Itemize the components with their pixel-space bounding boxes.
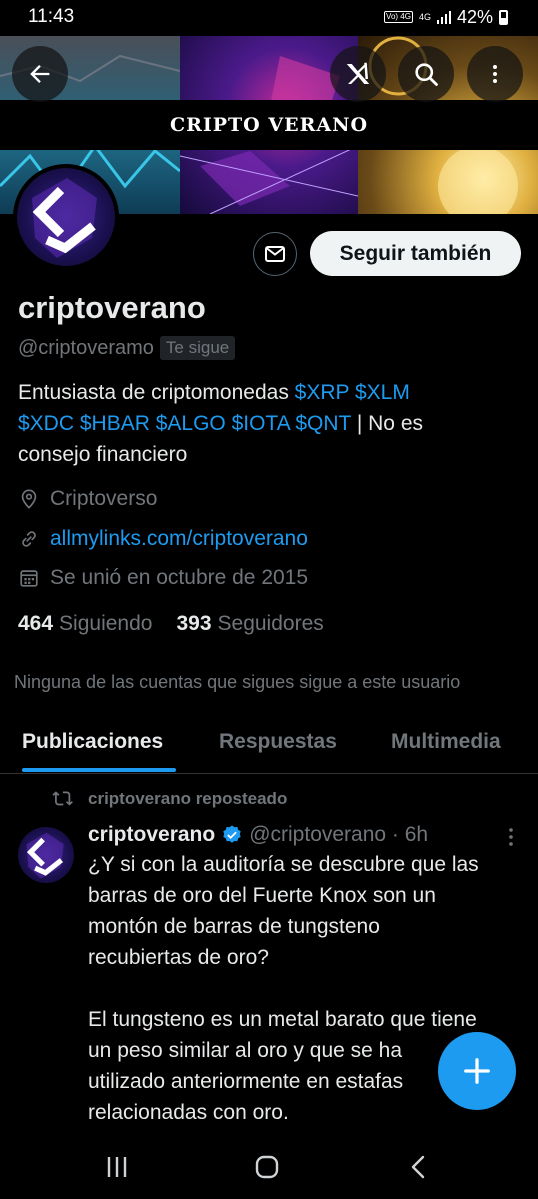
more-options-button[interactable] <box>467 46 523 102</box>
joined-row: Se unió en octubre de 2015 <box>18 566 308 590</box>
message-button[interactable] <box>253 232 297 276</box>
system-nav-bar <box>0 1136 538 1199</box>
post-header: criptoverano @criptoverano · 6h <box>88 823 428 847</box>
profile-avatar[interactable] <box>13 164 119 270</box>
profile-bio: Entusiasta de criptomonedas $XRP $XLM $X… <box>18 377 518 470</box>
bio-cashtags[interactable]: $XRP $XLM <box>295 381 410 404</box>
follows-you-badge: Te sigue <box>159 336 236 360</box>
followers-count-link[interactable]: 393 Seguidores <box>176 612 323 636</box>
battery-percent: 42% <box>456 6 493 27</box>
location-pin-icon <box>21 489 37 509</box>
joined-text: Se unió en octubre de 2015 <box>50 566 309 589</box>
search-icon <box>415 63 438 86</box>
arrow-left-icon <box>30 65 50 83</box>
following-count: 464 <box>18 612 54 635</box>
followers-label: Seguidores <box>217 612 324 635</box>
bio-text: | No es <box>351 412 423 435</box>
tab-publicaciones[interactable]: Publicaciones <box>22 730 163 754</box>
website-row[interactable]: allmylinks.com/criptoverano <box>18 527 308 551</box>
bio-cashtags[interactable]: $XDC $HBAR $ALGO $IOTA $QNT <box>18 412 351 435</box>
following-count-link[interactable]: 464 Siguiendo <box>18 612 152 636</box>
profile-tabs: Publicaciones Respuestas Multimedia <box>0 718 538 774</box>
link-icon <box>22 531 36 547</box>
grok-button[interactable] <box>330 46 386 102</box>
post-author-avatar[interactable] <box>18 827 74 883</box>
home-icon <box>255 1155 279 1179</box>
active-tab-indicator <box>22 768 176 772</box>
bio-text: Entusiasta de criptomonedas <box>18 381 295 404</box>
plus-icon <box>464 1058 490 1084</box>
post-handle-time: @criptoverano · 6h <box>249 823 429 846</box>
tab-respuestas[interactable]: Respuestas <box>219 730 337 754</box>
search-button[interactable] <box>398 46 454 102</box>
more-vertical-icon <box>509 828 513 846</box>
criptoverano-logo-icon <box>32 178 97 258</box>
more-vertical-icon <box>493 65 497 83</box>
calendar-icon <box>20 570 38 587</box>
banner-title: CRIPTO VERANO <box>169 114 369 136</box>
chevron-left-icon <box>411 1155 425 1179</box>
home-button[interactable] <box>254 1154 280 1185</box>
post-author-name[interactable]: criptoverano <box>88 823 215 847</box>
status-time: 11:43 <box>28 6 75 27</box>
repost-label: criptoverano reposteado <box>88 789 288 808</box>
handle-row: @criptoveramo Te sigue <box>18 336 236 360</box>
display-name: criptoverano <box>18 290 206 325</box>
avatar-image <box>17 168 115 266</box>
no-mutual-followers: Ninguna de las cuentas que sigues sigue … <box>14 672 461 692</box>
location-text: Criptoverso <box>50 487 158 510</box>
following-label: Siguiendo <box>59 612 153 635</box>
handle: @criptoveramo <box>18 336 154 359</box>
recent-apps-button[interactable] <box>104 1154 130 1185</box>
website-link[interactable]: allmylinks.com/criptoverano <box>50 527 308 551</box>
criptoverano-logo-icon <box>26 832 64 879</box>
volte-indicator: Vo) 4G <box>384 11 413 23</box>
location-row: Criptoverso <box>18 487 157 511</box>
bio-text: consejo financiero <box>18 443 188 466</box>
repost-indicator: criptoverano reposteado <box>52 788 287 810</box>
back-nav-button[interactable] <box>406 1154 432 1185</box>
follow-back-button[interactable]: Seguir también <box>310 231 521 276</box>
recent-apps-icon <box>107 1157 127 1177</box>
tab-multimedia[interactable]: Multimedia <box>391 730 501 754</box>
back-button[interactable] <box>12 46 68 102</box>
compose-post-button[interactable] <box>438 1032 516 1110</box>
status-icons: Vo) 4G 4G 42% <box>384 7 508 28</box>
verified-badge-icon <box>223 825 241 843</box>
network-type: 4G <box>418 11 431 22</box>
follow-counts: 464 Siguiendo 393 Seguidores <box>18 612 324 636</box>
envelope-icon <box>265 246 285 262</box>
banner-title-strip: CRIPTO VERANO <box>0 100 538 150</box>
signal-icon <box>436 10 451 24</box>
battery-icon <box>499 9 508 25</box>
repost-icon <box>52 791 73 806</box>
followers-count: 393 <box>176 612 212 635</box>
grok-icon <box>346 62 370 84</box>
status-bar: 11:43 Vo) 4G 4G 42% <box>0 0 538 34</box>
